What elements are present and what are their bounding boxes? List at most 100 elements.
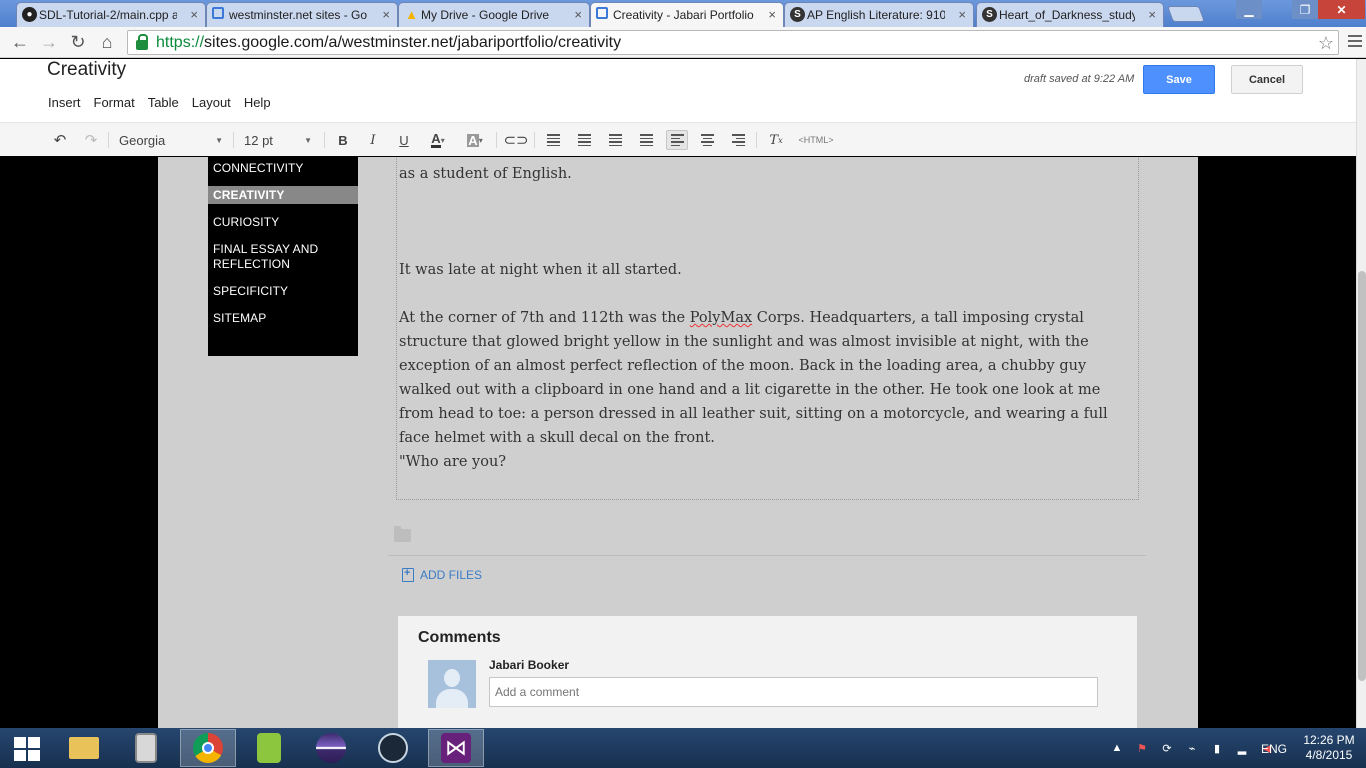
page-scrollbar[interactable]	[1356, 59, 1366, 728]
nav-item-specificity[interactable]: SPECIFICITY	[208, 282, 358, 300]
calculator-icon[interactable]	[118, 729, 174, 767]
show-hidden-icons-icon[interactable]: ▲	[1110, 741, 1124, 755]
align-center-icon[interactable]	[697, 130, 717, 150]
increase-indent-icon[interactable]	[636, 130, 656, 150]
align-right-icon[interactable]	[728, 130, 748, 150]
close-tab-icon[interactable]: ×	[190, 7, 198, 22]
sync-icon[interactable]: ⟳	[1160, 741, 1174, 755]
draft-status: draft saved at 9:22 AM	[1024, 73, 1135, 85]
steam-icon[interactable]	[365, 729, 421, 767]
nav-item-final-essay[interactable]: FINAL ESSAY AND REFLECTION	[208, 240, 358, 273]
rich-text-editor[interactable]: as a student of English. It was late at …	[396, 157, 1139, 500]
commenter-name: Jabari Booker	[489, 658, 570, 672]
font-family-select[interactable]: Georgia ▼	[113, 130, 229, 150]
font-size-value: 12 pt	[244, 132, 273, 148]
scrollbar-thumb[interactable]	[1358, 271, 1366, 681]
text-color-icon[interactable]: A ▾	[425, 130, 451, 150]
chrome-icon[interactable]	[180, 729, 236, 767]
system-tray: ▲ ⚑ ⟳ ⌁ ▮ ▂ ◀	[1110, 728, 1274, 768]
cancel-button[interactable]: Cancel	[1231, 65, 1303, 94]
menu-insert[interactable]: Insert	[48, 95, 81, 110]
clear-formatting-icon[interactable]: Tx	[766, 130, 786, 150]
tab-westminster-sites[interactable]: westminster.net sites - Go ×	[206, 2, 398, 27]
undo-icon[interactable]: ↶	[50, 130, 70, 150]
eclipse-icon[interactable]	[303, 729, 359, 767]
battery-icon[interactable]: ▮	[1210, 741, 1224, 755]
tab-google-drive[interactable]: ▲ My Drive - Google Drive ×	[398, 2, 590, 27]
tab-heart-of-darkness[interactable]: S Heart_of_Darkness_study_ ×	[976, 2, 1164, 27]
nav-item-curiosity[interactable]: CURIOSITY	[208, 213, 358, 231]
menu-format[interactable]: Format	[94, 95, 135, 110]
divider	[388, 555, 1146, 556]
paragraph: as a student of English.	[399, 166, 572, 182]
italic-icon[interactable]: I	[363, 130, 383, 150]
menu-help[interactable]: Help	[244, 95, 271, 110]
drive-icon: ▲	[405, 7, 418, 22]
font-size-select[interactable]: 12 pt ▼	[238, 130, 318, 150]
maximize-button[interactable]: ❐	[1292, 0, 1318, 19]
comments-heading: Comments	[418, 629, 501, 646]
new-tab-button[interactable]	[1167, 6, 1205, 22]
forward-icon[interactable]: →	[38, 31, 60, 53]
close-tab-icon[interactable]: ×	[1148, 7, 1156, 22]
bold-icon[interactable]: B	[333, 130, 353, 150]
notepad-plus-plus-icon[interactable]	[241, 729, 297, 767]
underline-icon[interactable]: U	[394, 130, 414, 150]
bulleted-list-icon[interactable]	[574, 130, 594, 150]
decrease-indent-icon[interactable]	[605, 130, 625, 150]
add-files-link[interactable]: ADD FILES	[402, 567, 483, 582]
language-indicator[interactable]: ENG	[1261, 742, 1287, 756]
misspelled-word[interactable]: PolyMax	[690, 310, 752, 326]
close-tab-icon[interactable]: ×	[382, 7, 390, 22]
tab-title: westminster.net sites - Go	[229, 8, 368, 22]
bookmark-star-icon[interactable]: ☆	[1318, 33, 1334, 54]
html-button[interactable]: <HTML>	[796, 130, 836, 150]
add-files-label: ADD FILES	[420, 568, 483, 582]
action-center-icon[interactable]: ⚑	[1135, 741, 1149, 755]
tab-ap-english[interactable]: S AP English Literature: 910 ×	[784, 2, 974, 27]
close-window-button[interactable]: ✕	[1318, 0, 1365, 19]
comments-section: Comments Jabari Booker	[398, 616, 1137, 728]
minimize-button[interactable]: ▁	[1236, 0, 1262, 19]
redo-icon[interactable]: ↷	[81, 130, 101, 150]
github-icon: ●	[22, 7, 37, 22]
home-icon[interactable]: ⌂	[96, 31, 118, 53]
paragraph-text: Corps. Headquarters, a tall imposing cry…	[399, 310, 1108, 446]
align-left-icon[interactable]	[666, 130, 688, 150]
url-path: sites.google.com/a/westminster.net/jabar…	[204, 33, 622, 51]
address-bar[interactable]: https://sites.google.com/a/westminster.n…	[127, 30, 1339, 55]
sites-icon	[596, 7, 608, 19]
link-icon[interactable]: ⊂⊃	[503, 130, 528, 150]
visual-studio-icon[interactable]: ⋈	[428, 729, 484, 767]
menu-layout[interactable]: Layout	[192, 95, 231, 110]
chrome-menu-icon[interactable]	[1348, 35, 1362, 49]
clock[interactable]: 12:26 PM 4/8/2015	[1296, 733, 1362, 763]
save-button[interactable]: Save	[1143, 65, 1215, 94]
wifi-icon[interactable]: ▂	[1235, 741, 1249, 755]
nav-item-sitemap[interactable]: SITEMAP	[208, 309, 358, 327]
browser-tab-strip: ● SDL-Tutorial-2/main.cpp a × westminste…	[0, 0, 1366, 27]
tab-title: My Drive - Google Drive	[421, 8, 550, 22]
usb-icon[interactable]: ⌁	[1185, 741, 1199, 755]
back-icon[interactable]: ←	[9, 31, 31, 53]
menu-table[interactable]: Table	[148, 95, 179, 110]
numbered-list-icon[interactable]	[543, 130, 563, 150]
nav-item-connectivity[interactable]: CONNECTIVITY	[208, 159, 358, 177]
paragraph-text: At the corner of 7th and 112th was the	[399, 310, 690, 326]
tab-title: SDL-Tutorial-2/main.cpp a	[39, 8, 177, 22]
clock-time: 12:26 PM	[1303, 733, 1355, 747]
tab-creativity[interactable]: Creativity - Jabari Portfolio ×	[590, 2, 784, 27]
tab-title: Creativity - Jabari Portfolio	[613, 8, 754, 22]
file-explorer-icon[interactable]	[56, 729, 112, 767]
sites-icon	[212, 7, 224, 19]
tab-github[interactable]: ● SDL-Tutorial-2/main.cpp a ×	[16, 2, 206, 27]
comment-input[interactable]	[489, 677, 1098, 707]
close-tab-icon[interactable]: ×	[958, 7, 966, 22]
chevron-down-icon: ▼	[304, 135, 312, 145]
nav-item-creativity[interactable]: CREATIVITY	[208, 186, 358, 204]
reload-icon[interactable]: ↻	[67, 31, 89, 53]
close-tab-icon[interactable]: ×	[768, 7, 776, 22]
highlight-color-icon[interactable]: A ▾	[462, 130, 488, 150]
windows-start-icon[interactable]	[14, 737, 40, 761]
close-tab-icon[interactable]: ×	[574, 7, 582, 22]
